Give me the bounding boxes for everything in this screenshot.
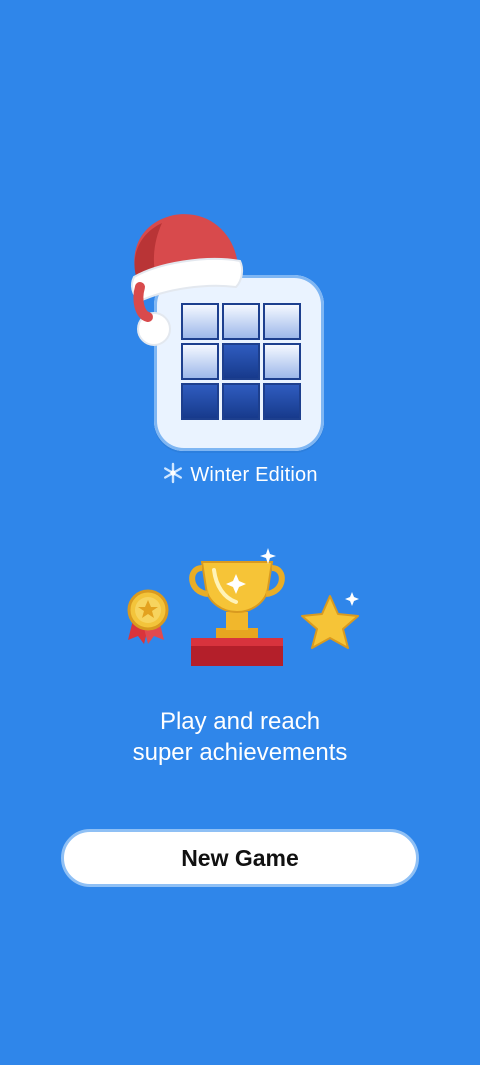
star-icon bbox=[301, 592, 359, 649]
start-screen: Winter Edition Play and reach super achi… bbox=[0, 0, 480, 1065]
achievements-illustration bbox=[127, 548, 359, 666]
tagline-line-1: Play and reach bbox=[159, 708, 321, 735]
grid-cell bbox=[222, 383, 260, 420]
trophy-icon bbox=[189, 548, 285, 666]
grid-cell bbox=[263, 343, 301, 380]
grid-cell bbox=[263, 303, 301, 340]
edition-label: Winter Edition bbox=[0, 462, 480, 487]
new-game-button[interactable]: New Game bbox=[61, 829, 419, 887]
tagline: Play and reach super achievements bbox=[0, 706, 480, 768]
grid-cell bbox=[263, 383, 301, 420]
grid-cell bbox=[181, 383, 219, 420]
santa-hat-icon bbox=[131, 214, 244, 346]
medal-icon bbox=[127, 589, 169, 644]
snowflake-icon bbox=[164, 462, 183, 484]
tagline-line-2: super achievements bbox=[132, 739, 348, 766]
app-logo bbox=[118, 205, 338, 455]
edition-text: Winter Edition bbox=[190, 464, 318, 486]
